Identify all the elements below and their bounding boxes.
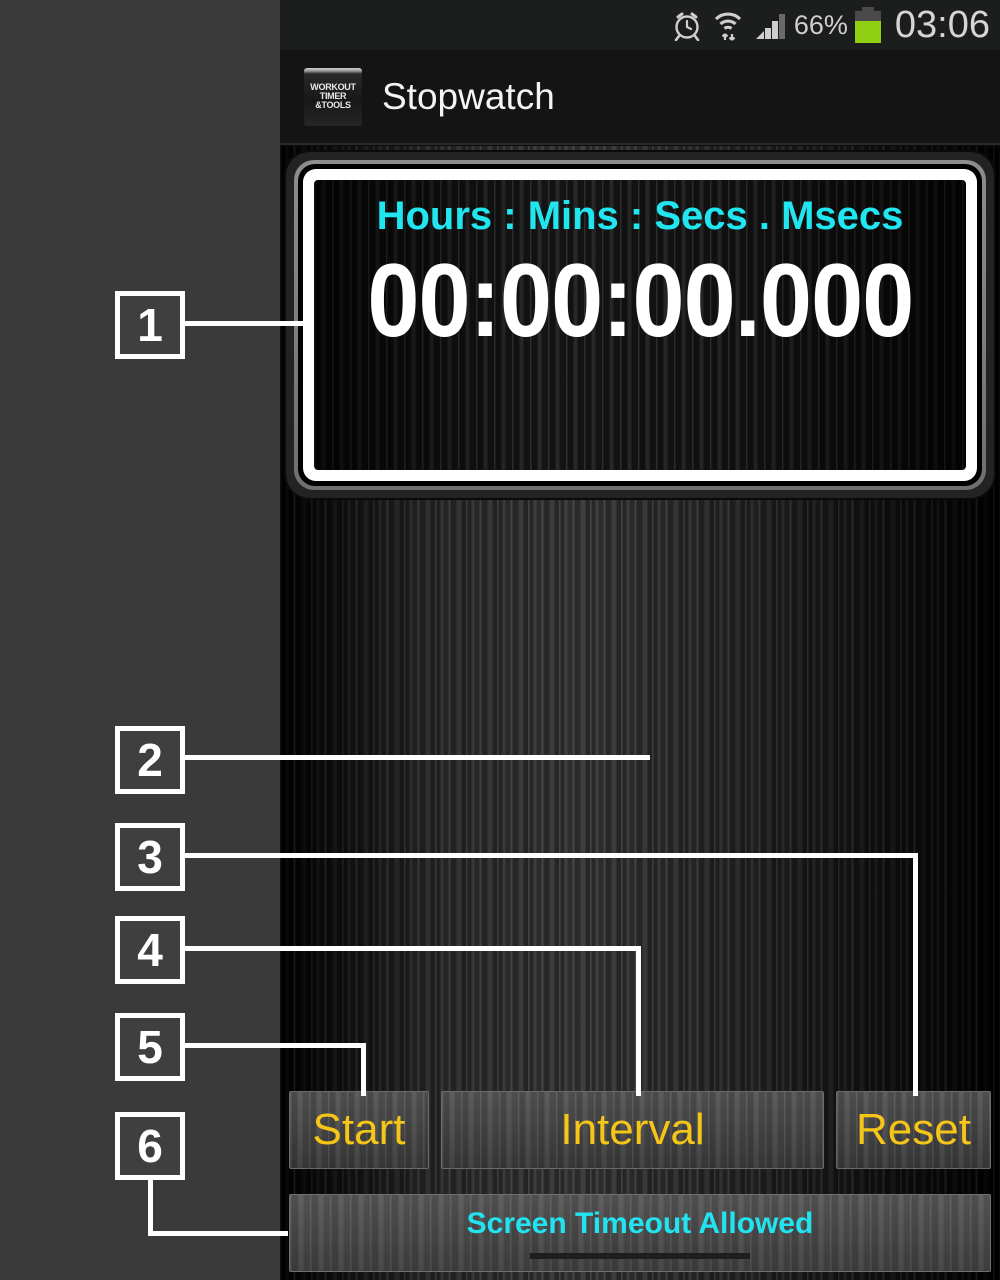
annotation-marker-2: 2 <box>115 726 185 794</box>
annotation-leader-6-v <box>148 1176 153 1236</box>
annotation-leader-6-h <box>148 1231 288 1236</box>
screen-timeout-toggle[interactable]: Screen Timeout Allowed <box>289 1194 991 1272</box>
reset-button[interactable]: Reset <box>836 1091 991 1169</box>
app-icon-line-3: &TOOLS <box>315 100 351 111</box>
phone-screen: 66% 03:06 WORKOUT TIMER &TOOLS Stopwatch… <box>280 0 1000 1280</box>
main-content: Hours : Mins : Secs . Msecs 00:00:00.000… <box>280 146 1000 1280</box>
annotation-marker-1: 1 <box>115 291 185 359</box>
interval-button[interactable]: Interval <box>441 1091 824 1169</box>
start-button[interactable]: Start <box>289 1091 429 1169</box>
stopwatch-time-value: 00:00:00.000 <box>366 243 914 359</box>
status-bar: 66% 03:06 <box>280 0 1000 50</box>
display-units-label: Hours : Mins : Secs . Msecs <box>376 194 904 238</box>
annotation-marker-3: 3 <box>115 823 185 891</box>
status-clock: 03:06 <box>894 3 990 46</box>
screen-timeout-underline <box>530 1253 750 1259</box>
annotation-marker-5: 5 <box>115 1013 185 1081</box>
annotation-marker-4: 4 <box>115 916 185 984</box>
button-row: Start Interval Reset <box>280 1085 1000 1175</box>
battery-percent-label: 66% <box>793 9 848 40</box>
stopwatch-display: Hours : Mins : Secs . Msecs 00:00:00.000 <box>314 180 966 470</box>
signal-icon <box>754 9 788 41</box>
screen-timeout-label: Screen Timeout Allowed <box>466 1207 814 1240</box>
page-title: Stopwatch <box>382 75 555 117</box>
annotation-marker-6: 6 <box>115 1112 185 1180</box>
alarm-clock-icon <box>672 9 702 41</box>
action-bar: WORKOUT TIMER &TOOLS Stopwatch <box>280 50 1000 145</box>
battery-icon <box>854 7 881 43</box>
app-icon: WORKOUT TIMER &TOOLS <box>304 67 362 126</box>
stopwatch-display-bezel: Hours : Mins : Secs . Msecs 00:00:00.000 <box>284 150 996 500</box>
wifi-icon <box>713 9 743 41</box>
